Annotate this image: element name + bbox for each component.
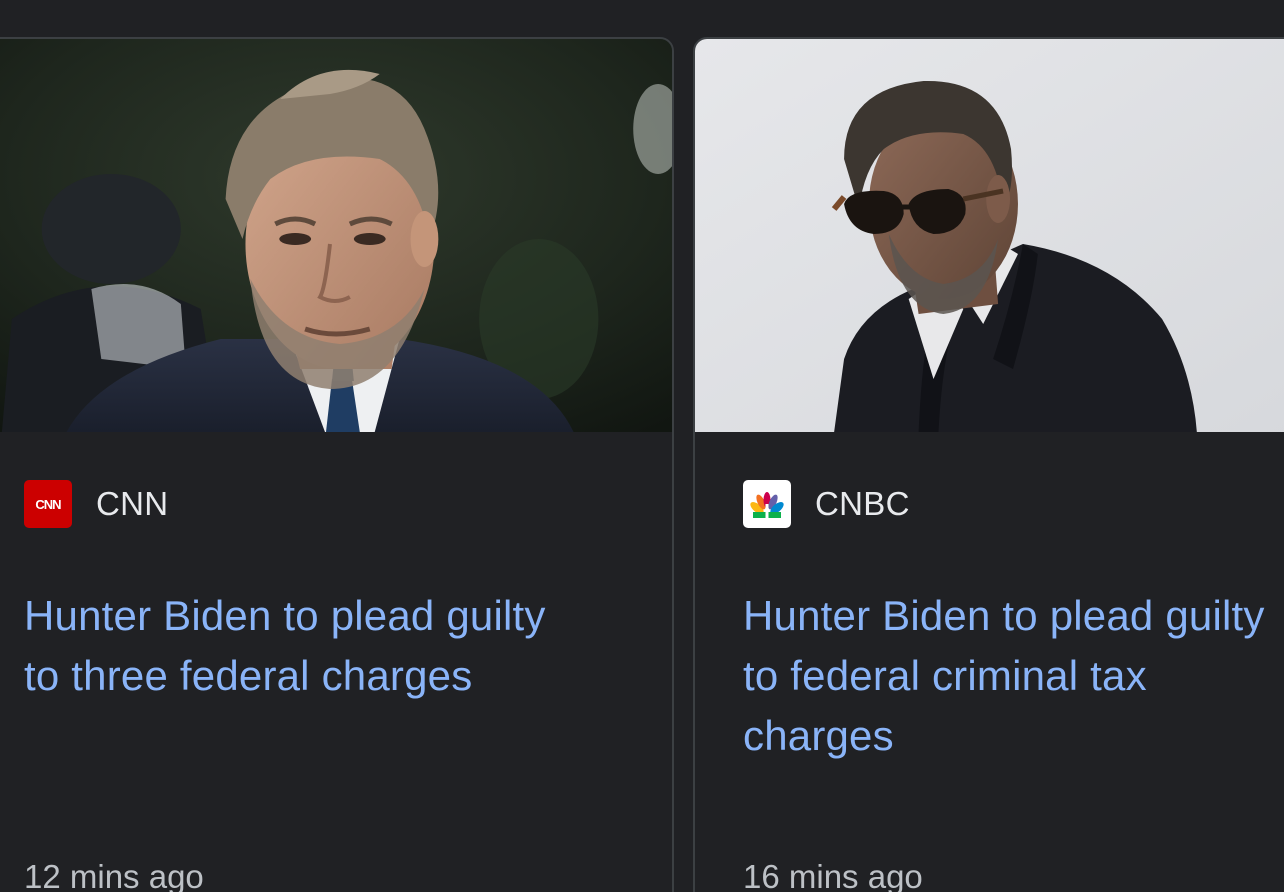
source-name: CNBC xyxy=(815,485,910,522)
publish-time: 16 mins ago xyxy=(743,858,923,892)
publish-time: 12 mins ago xyxy=(24,858,204,892)
cnbc-peacock-icon xyxy=(743,480,791,528)
news-carousel: CNN CNN Hunter Biden to plead guilty to … xyxy=(0,0,1284,892)
news-card-cnbc[interactable]: CNBC Hunter Biden to plead guilty to fed… xyxy=(693,37,1284,892)
headline-link[interactable]: Hunter Biden to plead guilty to three fe… xyxy=(24,586,664,706)
cnn-logo-text: CNN xyxy=(35,497,61,512)
cnn-logo-icon: CNN xyxy=(24,480,72,528)
headline-link[interactable]: Hunter Biden to plead guilty to federal … xyxy=(743,586,1284,766)
news-source: CNN CNN xyxy=(24,480,168,528)
source-name: CNN xyxy=(96,485,169,522)
news-photo-cnn xyxy=(0,39,672,432)
news-thumbnail[interactable] xyxy=(0,39,672,432)
news-thumbnail[interactable] xyxy=(695,39,1284,432)
news-card-cnn[interactable]: CNN CNN Hunter Biden to plead guilty to … xyxy=(0,37,674,892)
news-photo-cnbc xyxy=(695,39,1284,432)
news-source: CNBC xyxy=(743,480,910,528)
